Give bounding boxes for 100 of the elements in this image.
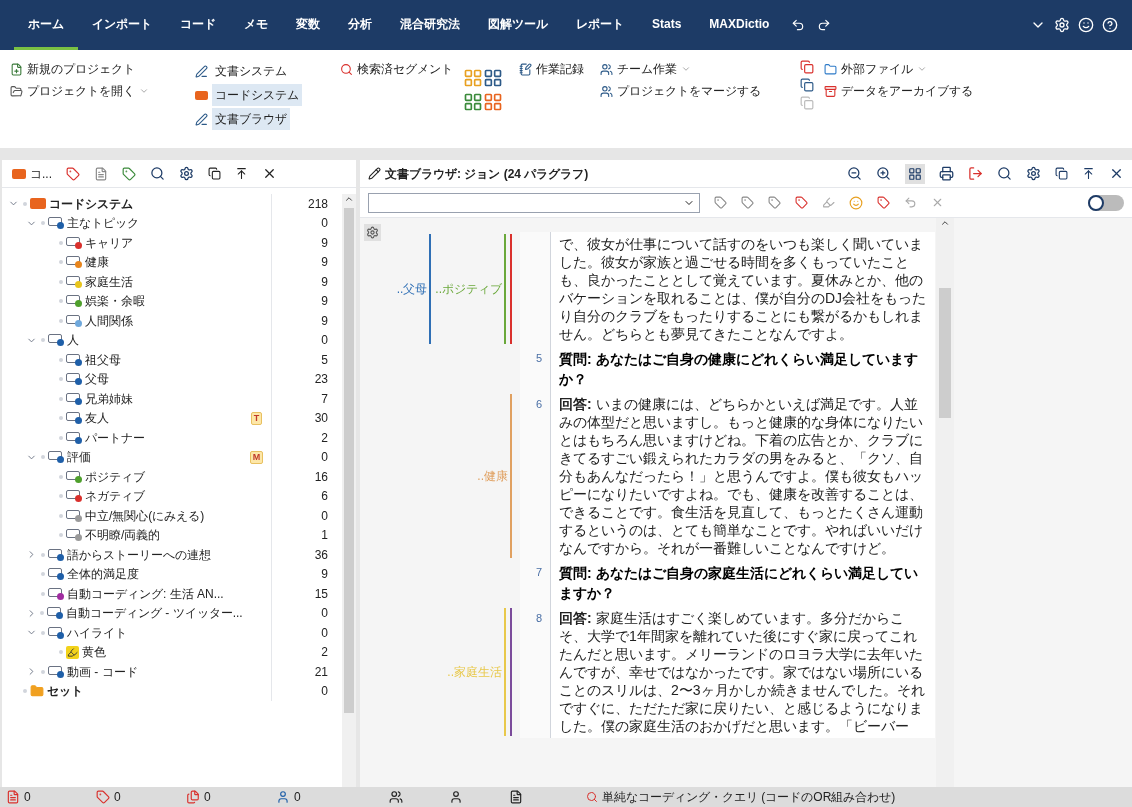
maximize-icon[interactable] — [235, 167, 248, 180]
tree-row[interactable]: 健康 9 — [2, 252, 342, 272]
menu-tab[interactable]: Stats — [638, 0, 696, 50]
users-icon[interactable] — [600, 84, 613, 98]
edit-toggle[interactable] — [1088, 194, 1124, 211]
tree-row[interactable]: 語からストーリーへの連想 36 — [2, 545, 342, 565]
scrollbar[interactable] — [342, 194, 356, 787]
tree-row[interactable]: セット 0 — [2, 681, 342, 701]
memo-badge[interactable]: T — [250, 411, 263, 425]
layout-icon[interactable] — [463, 68, 503, 88]
undo-icon[interactable] — [791, 18, 806, 32]
ribbon-toggle[interactable]: 文書ブラウザ — [212, 108, 290, 130]
menu-tab[interactable]: インポート — [78, 0, 166, 50]
tree-row[interactable]: パートナー 2 — [2, 428, 342, 448]
ribbon-button[interactable]: 作業記録 — [536, 60, 584, 78]
close-icon[interactable] — [1109, 166, 1124, 181]
menu-tab[interactable]: 変数 — [282, 0, 334, 50]
tag-icon[interactable] — [66, 166, 80, 181]
scrollbar[interactable] — [936, 218, 954, 787]
ribbon-button[interactable]: 新規のプロジェクト — [27, 60, 135, 78]
tree-row[interactable]: 父母 23 — [2, 369, 342, 389]
tree-row[interactable]: 不明瞭/両義的 1 — [2, 525, 342, 545]
close-icon[interactable] — [262, 166, 277, 181]
layout-icon[interactable] — [463, 92, 503, 112]
tree-row[interactable]: ハイライト 0 — [2, 623, 342, 643]
query-text[interactable]: 単純なコーディング・クエリ (コードのOR組み合わせ) — [602, 788, 896, 806]
export-icon[interactable] — [968, 166, 983, 181]
code-pin-icon[interactable] — [795, 196, 808, 209]
new-file-icon[interactable] — [10, 62, 23, 76]
scrollbar-thumb[interactable] — [344, 208, 354, 713]
scroll-up-icon[interactable] — [940, 218, 950, 228]
tree-row[interactable]: 友人 T 30 — [2, 408, 342, 428]
notebook-icon[interactable] — [519, 62, 532, 76]
archive-icon[interactable] — [824, 84, 837, 98]
copy-icon[interactable] — [800, 78, 814, 92]
ribbon-button[interactable]: 検索済セグメント — [357, 60, 453, 78]
zoom-out-icon[interactable] — [847, 166, 862, 181]
menu-tab[interactable]: 混合研究法 — [386, 0, 474, 50]
ribbon-button[interactable]: データをアーカイブする — [841, 82, 973, 100]
code-select-field[interactable] — [368, 192, 700, 213]
folder-icon[interactable] — [824, 62, 837, 76]
folder-icon[interactable] — [10, 84, 23, 98]
ribbon-button[interactable]: プロジェクトを開く — [27, 82, 135, 100]
tree-row[interactable]: 人 0 — [2, 330, 342, 350]
ribbon-button[interactable]: プロジェクトをマージする — [617, 82, 761, 100]
search-icon[interactable] — [997, 166, 1012, 181]
menu-tab[interactable]: 分析 — [334, 0, 386, 50]
menu-tab[interactable]: レポート — [562, 0, 638, 50]
tree-row[interactable]: 主なトピック 0 — [2, 213, 342, 233]
search-icon[interactable] — [340, 62, 353, 76]
users-icon[interactable] — [600, 62, 613, 76]
tree-row[interactable]: ポジティブ 16 — [2, 467, 342, 487]
menu-tab[interactable]: 図解ツール — [474, 0, 562, 50]
settings-icon[interactable] — [364, 224, 381, 241]
pencil-icon[interactable] — [195, 112, 208, 126]
tree-row[interactable]: キャリア 9 — [2, 233, 342, 253]
memo-badge[interactable]: M — [249, 450, 264, 464]
zoom-in-icon[interactable] — [876, 166, 891, 181]
redo-icon[interactable] — [817, 18, 832, 32]
menu-tab[interactable]: コード — [166, 0, 230, 50]
undock-icon[interactable] — [1055, 167, 1068, 180]
code-pin-icon[interactable] — [768, 196, 781, 209]
ribbon-toggle[interactable]: 文書システム — [212, 60, 290, 82]
tree-row[interactable]: 自動コーディング - ツイッター... 0 — [2, 603, 342, 623]
tree-row[interactable]: 評価 M 0 — [2, 447, 342, 467]
tree-row[interactable]: 黄色 2 — [2, 642, 342, 662]
tree-row[interactable]: 動画 - コード 21 — [2, 662, 342, 682]
new-code-icon[interactable] — [122, 166, 136, 181]
ribbon-button[interactable]: チーム作業 — [617, 60, 677, 78]
code-pin-icon[interactable] — [714, 196, 727, 209]
coding-stripe[interactable] — [429, 234, 432, 344]
tree-row[interactable]: 人間関係 9 — [2, 311, 342, 331]
tree-row[interactable]: 全体的満足度 9 — [2, 564, 342, 584]
undock-icon[interactable] — [208, 167, 221, 180]
settings-icon[interactable] — [1026, 166, 1041, 181]
panel-icon[interactable] — [905, 163, 925, 184]
scrollbar-thumb[interactable] — [939, 288, 951, 418]
tree-row[interactable]: 兄弟姉妹 7 — [2, 389, 342, 409]
tree-row[interactable]: 祖父母 5 — [2, 350, 342, 370]
ribbon-button[interactable]: 外部ファイル — [841, 60, 913, 78]
code-pin-icon[interactable] — [877, 196, 890, 209]
maximize-icon[interactable] — [1082, 167, 1095, 180]
tree-row[interactable]: ネガティブ 6 — [2, 486, 342, 506]
tree-row[interactable]: 家庭生活 9 — [2, 272, 342, 292]
tree-row[interactable]: 中立/無関心(にみえる) 0 — [2, 506, 342, 526]
print-icon[interactable] — [939, 166, 954, 181]
pencil-icon[interactable] — [195, 64, 208, 78]
help-icon[interactable] — [1102, 17, 1118, 33]
menu-tab[interactable]: メモ — [230, 0, 282, 50]
pencil-icon[interactable] — [368, 167, 381, 180]
ribbon-toggle[interactable]: コードシステム — [212, 84, 302, 106]
tree-row[interactable]: コードシステム 218 — [2, 194, 342, 214]
copy-icon[interactable] — [800, 60, 814, 74]
tree-row[interactable]: 自動コーディング: 生活 AN... 15 — [2, 584, 342, 604]
code-pin-icon[interactable] — [741, 196, 754, 209]
tree-row[interactable]: 娯楽・余暇 9 — [2, 291, 342, 311]
search-icon[interactable] — [150, 166, 165, 181]
menu-tab[interactable]: MAXDictio — [695, 0, 784, 50]
scroll-up-icon[interactable] — [344, 194, 354, 204]
settings-icon[interactable] — [179, 166, 194, 181]
